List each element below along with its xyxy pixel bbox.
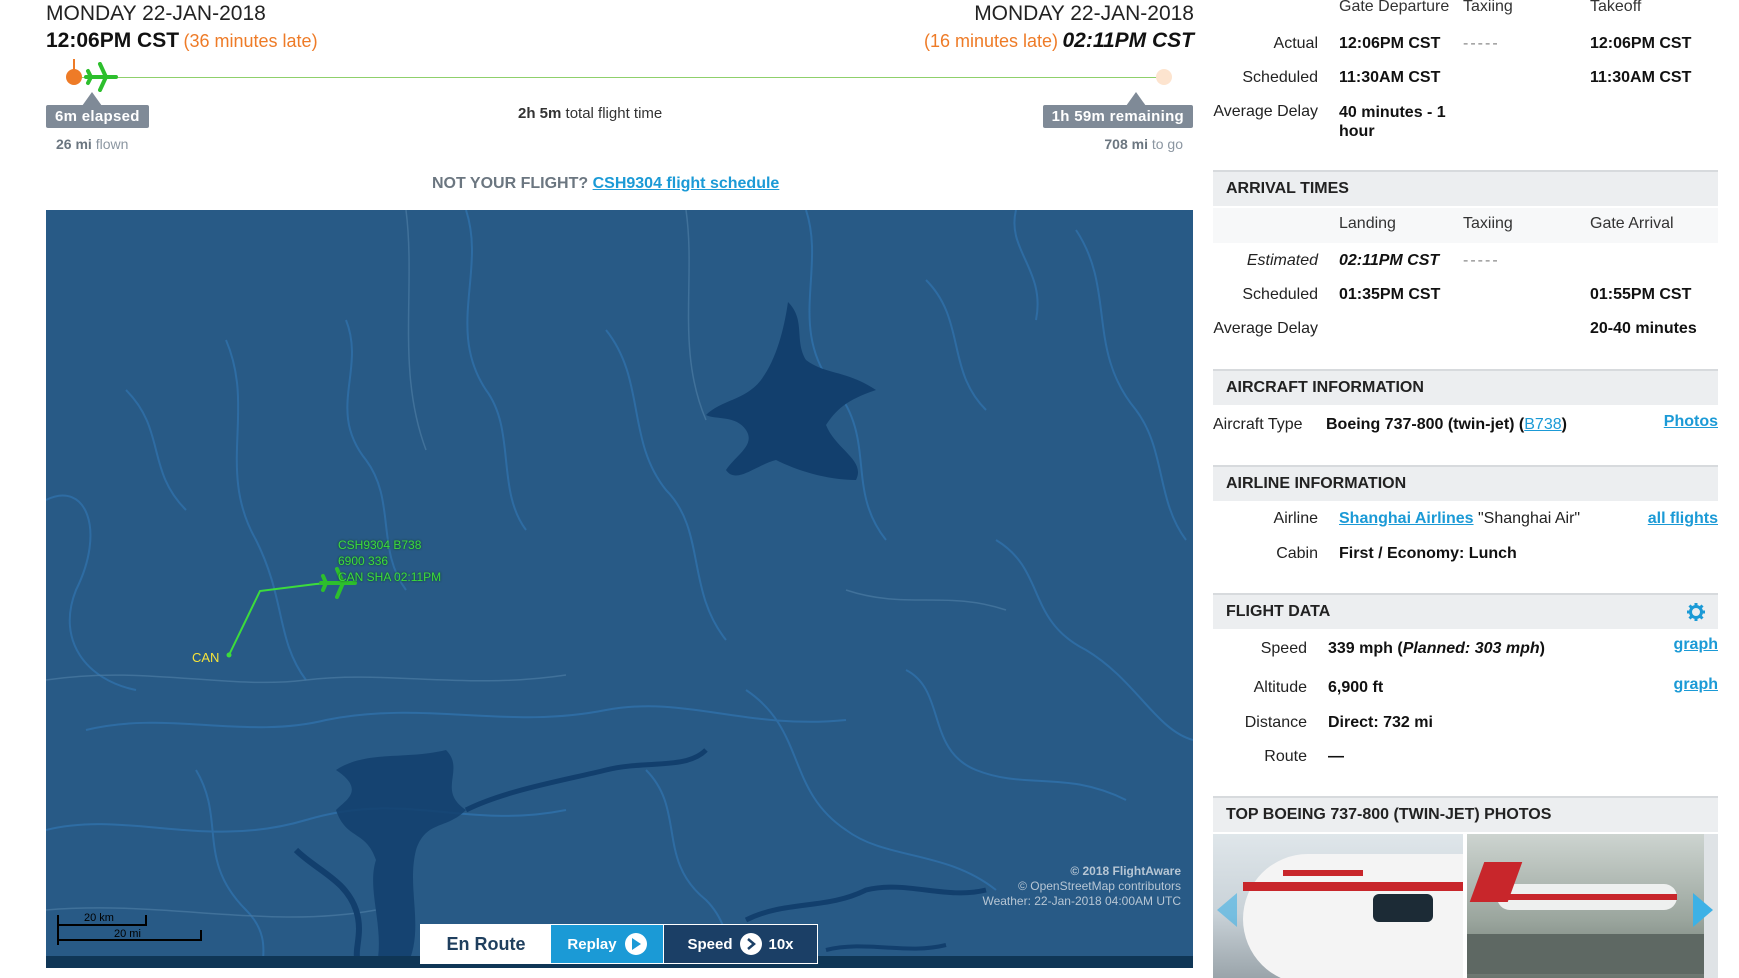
- map-attribution: © 2018 FlightAware © OpenStreetMap contr…: [982, 864, 1181, 908]
- col-takeoff: Takeoff: [1590, 0, 1642, 15]
- destination-dot: [1156, 69, 1172, 85]
- scheduled-landing: 01:35PM CST: [1339, 286, 1441, 303]
- flight-info-label: CSH9304 B738 6900 336 CAN SHA 02:11PM: [338, 537, 441, 585]
- origin-dot: [66, 69, 82, 85]
- speed-label: Speed: [1260, 640, 1307, 657]
- route-value: —: [1328, 748, 1344, 765]
- togo-text: 708 mi to go: [1104, 136, 1183, 152]
- scale-km-label: 20 km: [84, 912, 114, 924]
- remaining-pill: 1h 59m remaining: [1042, 105, 1193, 128]
- prev-photo-arrow-icon[interactable]: [1215, 893, 1237, 927]
- row-scheduled-label: Scheduled: [1242, 69, 1318, 86]
- route-label: Route: [1264, 748, 1307, 765]
- arrival-date: MONDAY 22-JAN-2018: [974, 2, 1194, 25]
- departure-time-row: 12:06PM CST (36 minutes late): [46, 29, 318, 53]
- not-your-flight: NOT YOUR FLIGHT? CSH9304 flight schedule: [432, 175, 780, 192]
- flight-data-header: FLIGHT DATA: [1213, 593, 1718, 629]
- flight-label-alt-speed: 6900 336: [338, 554, 389, 568]
- replay-button[interactable]: Replay: [551, 925, 663, 963]
- distance-value: Direct: 732 mi: [1328, 714, 1433, 731]
- photos-header: TOP BOEING 737-800 (TWIN-JET) PHOTOS: [1213, 796, 1718, 832]
- origin-marker: [226, 652, 232, 658]
- settings-gear-icon[interactable]: [1687, 603, 1705, 621]
- replay-play-icon: [624, 933, 647, 955]
- flight-schedule-link[interactable]: CSH9304 flight schedule: [593, 175, 780, 192]
- airline-label: Airline: [1273, 510, 1318, 527]
- origin-tick: [73, 59, 75, 71]
- cabin-label: Cabin: [1276, 545, 1318, 562]
- scale-mi-label: 20 mi: [114, 928, 141, 940]
- scheduled-takeoff: 11:30AM CST: [1590, 69, 1692, 86]
- arrival-time-row: (16 minutes late) 02:11PM CST: [924, 29, 1194, 53]
- airline-link[interactable]: Shanghai Airlines: [1339, 510, 1474, 527]
- photos-link[interactable]: Photos: [1664, 413, 1718, 431]
- aircraft-info-header: AIRCRAFT INFORMATION: [1213, 369, 1718, 405]
- distance-label: Distance: [1244, 714, 1307, 731]
- actual-takeoff: 12:06PM CST: [1590, 35, 1692, 52]
- aircraft-code-link[interactable]: B738: [1524, 416, 1561, 433]
- speed-button[interactable]: Speed 10x: [663, 925, 817, 963]
- flown-text: 26 mi flown: [56, 136, 129, 152]
- arr-avg-delay-label: Average Delay: [1213, 320, 1318, 337]
- arrival-time: 02:11PM CST: [1062, 29, 1195, 52]
- aircraft-type-value: Boeing 737-800 (twin-jet) (B738): [1326, 416, 1567, 433]
- flight-track: [228, 582, 332, 656]
- col-taxiing: Taxiing: [1463, 0, 1513, 15]
- altitude-value: 6,900 ft: [1328, 679, 1384, 696]
- col-arr-taxiing: Taxiing: [1463, 215, 1513, 232]
- estimated-taxiing: -----: [1463, 252, 1500, 269]
- flight-map[interactable]: CSH9304 B738 6900 336 CAN SHA 02:11PM CA…: [46, 210, 1193, 968]
- speed-forward-icon: [740, 933, 763, 955]
- progress-plane-icon: [84, 62, 118, 92]
- departure-late: (36 minutes late): [183, 31, 318, 51]
- estimated-landing: 02:11PM CST: [1339, 252, 1440, 269]
- aircraft-photo-2[interactable]: [1467, 834, 1704, 978]
- arrival-late: (16 minutes late): [923, 31, 1059, 51]
- aircraft-type-label: Aircraft Type: [1213, 416, 1303, 433]
- arrival-times-header: ARRIVAL TIMES: [1213, 170, 1718, 206]
- all-flights-link[interactable]: all flights: [1648, 510, 1718, 528]
- elapsed-pointer: [82, 92, 102, 106]
- airline-info-header: AIRLINE INFORMATION: [1213, 465, 1718, 501]
- progress-track: [74, 77, 1164, 78]
- speed-graph-link[interactable]: graph: [1674, 636, 1718, 654]
- total-flight-time: 2h 5m total flight time: [518, 105, 663, 122]
- airline-value: Shanghai Airlines "Shanghai Air": [1339, 510, 1581, 527]
- remaining-pointer: [1126, 92, 1146, 106]
- scheduled-gate-arrival: 01:55PM CST: [1590, 286, 1692, 303]
- col-landing: Landing: [1339, 215, 1396, 232]
- details-panel: Gate Departure Taxiing Takeoff Actual 12…: [1213, 0, 1718, 978]
- speed-value: 339 mph (Planned: 303 mph): [1328, 640, 1545, 657]
- elapsed-pill: 6m elapsed: [46, 105, 149, 128]
- arr-avg-delay-value: 20-40 minutes: [1590, 320, 1697, 337]
- flight-label-callsign: CSH9304 B738: [338, 538, 422, 552]
- cabin-value: First / Economy: Lunch: [1339, 545, 1517, 562]
- flight-label-route: CAN SHA 02:11PM: [338, 570, 442, 584]
- row-estimated-label: Estimated: [1246, 252, 1318, 269]
- row-actual-label: Actual: [1273, 35, 1318, 52]
- aircraft-photo-1[interactable]: [1213, 834, 1463, 978]
- dep-avg-delay-value: 40 minutes - 1 hour: [1339, 104, 1446, 140]
- origin-airport-label: CAN: [192, 650, 220, 665]
- departure-time: 12:06PM CST: [46, 29, 180, 52]
- next-photo-arrow-icon[interactable]: [1691, 893, 1713, 927]
- map-base: [46, 210, 1193, 968]
- altitude-graph-link[interactable]: graph: [1674, 676, 1718, 694]
- map-controls: En Route Replay Speed 10x: [420, 924, 818, 964]
- dep-avg-delay-label: Average Delay: [1213, 103, 1318, 120]
- actual-taxiing: -----: [1463, 35, 1500, 52]
- col-gate-arrival: Gate Arrival: [1590, 215, 1674, 232]
- scheduled-gate-departure: 11:30AM CST: [1339, 69, 1441, 86]
- en-route-button[interactable]: En Route: [421, 925, 551, 963]
- departure-date: MONDAY 22-JAN-2018: [46, 2, 266, 25]
- actual-gate-departure: 12:06PM CST: [1339, 35, 1441, 52]
- altitude-label: Altitude: [1253, 679, 1307, 696]
- col-gate-departure: Gate Departure: [1339, 0, 1450, 15]
- row-arr-scheduled-label: Scheduled: [1242, 286, 1318, 303]
